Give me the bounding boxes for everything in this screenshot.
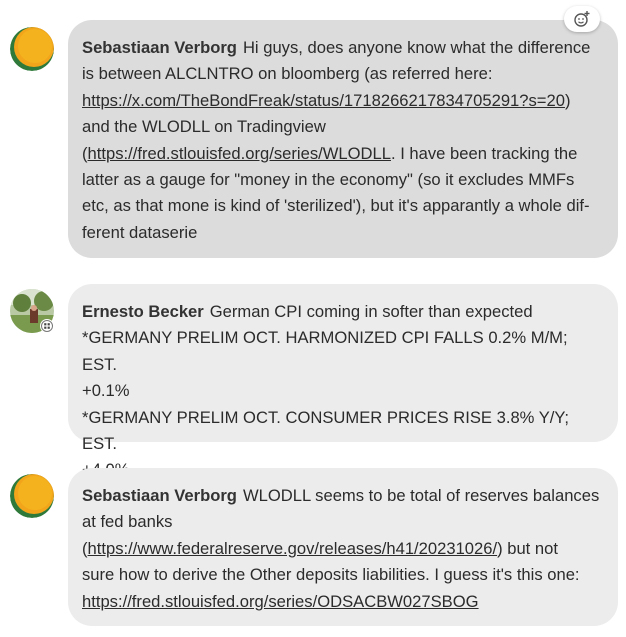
- message-line: etc, as that mone is kind of 'sterilized…: [82, 196, 590, 216]
- orange-green-circle-avatar-icon: [10, 27, 54, 71]
- message-link[interactable]: https://x.com/TheBondFreak/status/171826…: [82, 91, 565, 110]
- avatar[interactable]: [10, 27, 54, 71]
- message-line: Sebastiaan Verborg Hi guys, does anyone k…: [82, 38, 591, 57]
- add-reaction-button[interactable]: [564, 6, 600, 32]
- grid-icon: [41, 320, 53, 332]
- message-link[interactable]: https://fred.stlouisfed.org/series/ODSAC…: [82, 592, 479, 611]
- add-reaction-icon: [574, 11, 590, 27]
- message-line: at fed banks: [82, 512, 173, 532]
- message-line: https://x.com/TheBondFreak/status/171826…: [82, 90, 571, 110]
- message-line: latter as a gauge for "money in the econ…: [82, 170, 575, 190]
- message-line: (https://www.federalreserve.gov/releases…: [82, 538, 558, 558]
- message-link[interactable]: https://fred.stlouisfed.org/series/WLODL…: [88, 144, 391, 163]
- message-line: ferent dataserie: [82, 222, 198, 242]
- message-bubble[interactable]: Sebastiaan Verborg WLODLL seems to be tot…: [68, 468, 618, 626]
- status-badge: [40, 319, 54, 333]
- sender-name[interactable]: Ernesto Becker: [82, 302, 204, 321]
- message-line: and the WLODLL on Tradingview: [82, 117, 326, 137]
- message-line: *GERMANY PRELIM OCT. CONSUMER PRICES RIS…: [82, 407, 570, 454]
- message-bubble[interactable]: Sebastiaan Verborg Hi guys, does anyone k…: [68, 20, 618, 258]
- message-line: https://fred.stlouisfed.org/series/ODSAC…: [82, 589, 604, 615]
- message-line: Sebastiaan Verborg WLODLL seems to be tot…: [82, 486, 600, 505]
- message-line: sure how to derive the Other deposits li…: [82, 565, 580, 585]
- message-link[interactable]: https://www.federalreserve.gov/releases/…: [88, 539, 498, 558]
- message-line: *GERMANY PRELIM OCT. HARMONIZED CPI FALL…: [82, 328, 568, 374]
- message-line: is between ALCLNTRO on bloomberg (as ref…: [82, 64, 493, 84]
- avatar[interactable]: [10, 474, 54, 518]
- message-bubble[interactable]: Ernesto Becker German CPI coming in softe…: [68, 284, 618, 479]
- sender-name[interactable]: Sebastiaan Verborg: [82, 486, 237, 505]
- message-line: (https://fred.stlouisfed.org/series/WLOD…: [82, 143, 578, 163]
- orange-green-circle-avatar-icon: [10, 474, 54, 518]
- sender-name[interactable]: Sebastiaan Verborg: [82, 38, 237, 57]
- message-line: Ernesto Becker German CPI coming in softe…: [82, 302, 533, 321]
- message-line: +0.1%: [82, 381, 130, 401]
